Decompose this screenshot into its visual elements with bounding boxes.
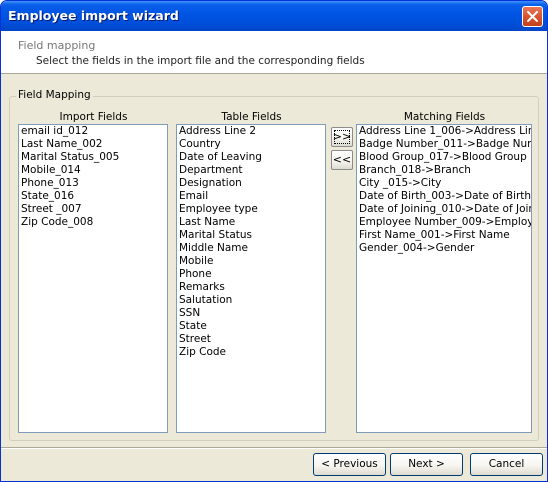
page-subtitle: Select the fields in the import file and… [36, 55, 365, 67]
list-item[interactable]: SSN [177, 307, 325, 320]
table-fields-list[interactable]: Address Line 2 Country Date of Leaving Depa… [176, 124, 326, 433]
list-item[interactable]: Marital Status [177, 229, 325, 242]
list-item[interactable]: State [177, 320, 325, 333]
focus-ring [334, 130, 350, 144]
list-item[interactable]: Email [177, 190, 325, 203]
list-item[interactable]: Phone_013 [19, 177, 167, 190]
list-item[interactable]: Salutation [177, 294, 325, 307]
list-item[interactable]: Country [177, 138, 325, 151]
list-item[interactable]: Designation [177, 177, 325, 190]
list-item[interactable]: email id_012 [19, 125, 167, 138]
list-item[interactable]: Department [177, 164, 325, 177]
add-mapping-button[interactable]: >> [331, 127, 353, 147]
import-fields-header: Import Fields [59, 111, 128, 123]
remove-mapping-button[interactable]: << [331, 150, 353, 170]
list-item[interactable]: Date of Joining_010->Date of Joining [357, 203, 531, 216]
page-title: Field mapping [18, 39, 96, 52]
list-item[interactable]: Street [177, 333, 325, 346]
list-item[interactable]: Last Name [177, 216, 325, 229]
list-item[interactable]: Badge Number_011->Badge Number [357, 138, 531, 151]
list-item[interactable]: Date of Leaving [177, 151, 325, 164]
close-icon [527, 11, 538, 22]
remove-mapping-label: << [332, 153, 352, 166]
import-fields-list[interactable]: email id_012 Last Name_002 Marital Status_… [18, 124, 168, 433]
list-item[interactable]: Mobile [177, 255, 325, 268]
cancel-button[interactable]: Cancel [470, 453, 543, 476]
list-item[interactable]: Date of Birth_003->Date of Birth [357, 190, 531, 203]
list-item[interactable]: Marital Status_005 [19, 151, 167, 164]
close-button[interactable] [522, 6, 543, 27]
matching-fields-list[interactable]: Address Line 1_006->Address Line 1 Badge … [356, 124, 532, 433]
cancel-button-label: Cancel [488, 458, 525, 470]
list-item[interactable]: Blood Group_017->Blood Group [357, 151, 531, 164]
next-button-label: Next > [408, 458, 445, 470]
window-title: Employee import wizard [8, 8, 179, 23]
wizard-header: Field mapping Select the fields in the i… [1, 31, 547, 74]
list-item[interactable]: State_016 [19, 190, 167, 203]
previous-button-label: < Previous [321, 458, 378, 470]
previous-button[interactable]: < Previous [313, 453, 386, 476]
list-item[interactable]: Mobile_014 [19, 164, 167, 177]
list-item[interactable]: Zip Code_008 [19, 216, 167, 229]
list-item[interactable]: Middle Name [177, 242, 325, 255]
list-item[interactable]: City _015->City [357, 177, 531, 190]
list-item[interactable]: Branch_018->Branch [357, 164, 531, 177]
list-item[interactable]: Street _007 [19, 203, 167, 216]
list-item[interactable]: Last Name_002 [19, 138, 167, 151]
list-item[interactable]: Remarks [177, 281, 325, 294]
table-fields-header: Table Fields [221, 111, 282, 123]
list-item[interactable]: Employee type [177, 203, 325, 216]
title-bar[interactable]: Employee import wizard [1, 1, 547, 31]
list-item[interactable]: Address Line 1_006->Address Line 1 [357, 125, 531, 138]
matching-fields-header: Matching Fields [403, 111, 486, 123]
list-item[interactable]: Employee Number_009->Employee Number [357, 216, 531, 229]
list-item[interactable]: First Name_001->First Name [357, 229, 531, 242]
next-button[interactable]: Next > [390, 453, 463, 476]
list-item[interactable]: Phone [177, 268, 325, 281]
field-mapping-group-label: Field Mapping [16, 89, 93, 101]
list-item[interactable]: Zip Code [177, 346, 325, 359]
footer-divider-highlight [1, 448, 547, 449]
list-item[interactable]: Gender_004->Gender [357, 242, 531, 255]
wizard-window: Employee import wizard Field mapping Sel… [0, 0, 548, 482]
list-item[interactable]: Address Line 2 [177, 125, 325, 138]
